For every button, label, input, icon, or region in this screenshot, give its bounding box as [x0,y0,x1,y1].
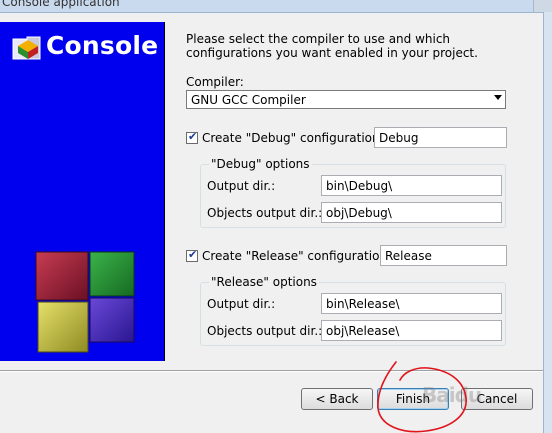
release-objects-dir-label: Objects output dir.: [207,324,323,338]
checkmark-icon: ✔ [188,248,198,261]
release-options-title: "Release" options [209,275,319,289]
release-checkbox[interactable]: ✔ [186,248,198,262]
title-bar-button[interactable] [533,0,552,12]
window-frame-right [543,12,552,433]
banner-title: Console [46,31,159,60]
compiler-label: Compiler: [186,75,244,89]
release-objects-dir-input[interactable]: obj\Release\ [321,320,502,341]
debug-options-title: "Debug" options [209,157,312,171]
debug-objects-dir-label: Objects output dir.: [207,206,323,220]
window-title: Console application [2,0,120,9]
wizard-banner: Console [0,22,165,361]
footer-separator [0,370,543,372]
debug-output-dir-label: Output dir.: [207,179,276,193]
debug-objects-dir-input[interactable]: obj\Debug\ [321,202,502,223]
release-name-value: Release [385,249,432,263]
compiler-select[interactable]: GNU GCC Compiler [186,90,506,109]
compiler-selected-value: GNU GCC Compiler [191,93,306,107]
dropdown-arrow-icon[interactable] [494,95,502,100]
release-checkbox-label: Create "Release" configuration: [202,249,392,263]
debug-objects-dir-value: obj\Debug\ [326,206,392,220]
back-button[interactable]: < Back [301,388,373,410]
debug-checkbox[interactable]: ✔ [186,130,198,144]
window-titlebar: Console application [0,0,552,13]
codeblocks-logo-icon [12,36,41,60]
intro-text: Please select the compiler to use and wh… [186,32,478,60]
debug-name-input[interactable]: Debug [374,127,507,148]
release-objects-dir-value: obj\Release\ [326,324,400,338]
release-output-dir-value: bin\Release\ [326,297,400,311]
cubes-logo-icon [35,251,135,353]
release-output-dir-label: Output dir.: [207,297,276,311]
checkmark-icon: ✔ [188,130,198,143]
watermark: Baidu [422,383,482,407]
debug-checkbox-label: Create "Debug" configuration: [202,131,384,145]
debug-output-dir-value: bin\Debug\ [326,179,393,193]
debug-name-value: Debug [379,131,419,145]
release-output-dir-input[interactable]: bin\Release\ [321,293,502,314]
debug-output-dir-input[interactable]: bin\Debug\ [321,175,502,196]
release-name-input[interactable]: Release [380,245,507,266]
